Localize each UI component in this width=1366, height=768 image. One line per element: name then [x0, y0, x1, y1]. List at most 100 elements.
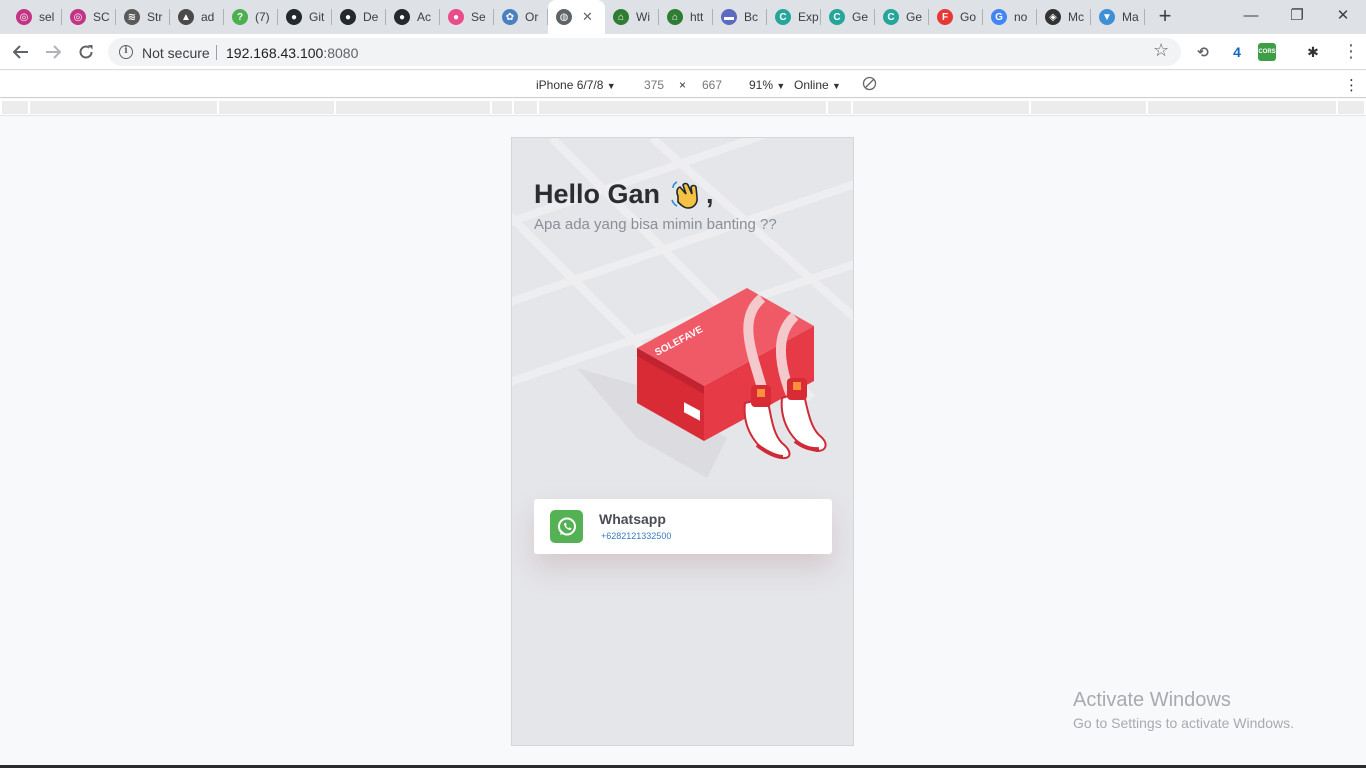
rotate-button[interactable]	[862, 76, 877, 94]
browser-tab-strip: ◎ sel ◎ SC ≋ Str ▲ ad ? (7) ● Git ● De ● Ac ● Se ✿ Or ◍ ✕ ⌂ Wi ⌂…	[0, 0, 1366, 34]
media-query-ruler[interactable]	[0, 99, 1366, 116]
tab-label: Se	[471, 10, 486, 24]
tab-label: Str	[147, 10, 163, 24]
whatsapp-contact-card[interactable]: Whatsapp +6282121332500	[534, 499, 832, 554]
ruler-segment[interactable]	[1148, 101, 1336, 114]
ruler-segment[interactable]	[1338, 101, 1364, 114]
ruler-segment[interactable]	[30, 101, 217, 114]
watermark-subtitle: Go to Settings to activate Windows.	[1073, 715, 1294, 731]
dropdown-caret-icon: ▼	[776, 81, 786, 91]
device-height-input[interactable]: 667	[702, 78, 722, 92]
browser-tab[interactable]: ✿ Or	[494, 0, 548, 34]
shoebox-sneakers-illustration: SOLEFAVE	[577, 288, 827, 478]
bookmark-star-icon[interactable]: ☆	[1153, 40, 1169, 61]
sync-icon[interactable]: ⟲	[1194, 43, 1212, 61]
windows-activation-watermark: Activate Windows Go to Settings to activ…	[1073, 689, 1294, 731]
whatsapp-icon	[550, 510, 583, 543]
address-bar[interactable]: i Not secure 192.168.43.100:8080	[108, 38, 1181, 66]
tab-label: Ac	[417, 10, 432, 24]
tab-favicon-icon: F	[937, 9, 953, 25]
restore-button[interactable]: ❐	[1274, 0, 1320, 30]
ruler-segment[interactable]	[828, 101, 851, 114]
close-tab-icon[interactable]: ✕	[582, 9, 593, 25]
new-tab-button[interactable]: +	[1154, 5, 1176, 28]
reload-icon	[79, 45, 93, 59]
greeting-text: Hello Gan	[534, 178, 661, 209]
tab-favicon-icon: C	[775, 9, 791, 25]
url-text[interactable]: 192.168.43.100:8080	[226, 45, 358, 61]
tab-favicon-icon: ●	[286, 9, 302, 25]
device-select[interactable]: iPhone 6/7/8 ▼	[536, 78, 616, 92]
devtools-more-button[interactable]: ⋮	[1344, 76, 1359, 94]
browser-tab[interactable]: C Ge	[821, 0, 875, 34]
browser-tab[interactable]: ⌂ htt	[659, 0, 713, 34]
ruler-segment[interactable]	[514, 101, 537, 114]
tab-label: Git	[309, 10, 325, 24]
browser-tab[interactable]: ● Git	[278, 0, 332, 34]
browser-tab[interactable]: ? (7)	[224, 0, 278, 34]
tab-label: (7)	[255, 10, 270, 24]
browser-tab[interactable]: ● De	[332, 0, 386, 34]
tab-favicon-icon: ●	[448, 9, 464, 25]
browser-tab[interactable]: ◈ Mc	[1037, 0, 1091, 34]
back-button[interactable]	[9, 40, 33, 64]
tab-label: Exp	[798, 10, 819, 24]
tab-favicon-icon: ◎	[70, 9, 86, 25]
tab-label: Mc	[1068, 10, 1084, 24]
security-label: Not secure	[142, 45, 210, 61]
tab-label: ad	[201, 10, 215, 24]
browser-tab[interactable]: ▬ Bc	[713, 0, 767, 34]
ruler-segment[interactable]	[539, 101, 826, 114]
tab-label: Ma	[1122, 10, 1139, 24]
browser-menu-button[interactable]: ⋮	[1342, 41, 1360, 62]
spider-icon[interactable]: ✱	[1304, 43, 1322, 61]
network-select[interactable]: Online ▼	[794, 78, 841, 92]
arrow-right-icon	[46, 45, 61, 59]
extension-badge-icon[interactable]: 4	[1228, 43, 1246, 61]
device-width-input[interactable]: 375	[644, 78, 664, 92]
browser-tab[interactable]: Gno	[983, 0, 1037, 34]
ruler-segment[interactable]	[336, 101, 490, 114]
close-window-button[interactable]: ✕	[1320, 0, 1366, 30]
browser-tab[interactable]: ⌂ Wi	[605, 0, 659, 34]
active-tab[interactable]: ◍ ✕	[548, 0, 605, 34]
contact-name: Whatsapp	[599, 511, 666, 527]
tab-favicon-icon: ●	[394, 9, 410, 25]
ruler-segment[interactable]	[853, 101, 1029, 114]
dropdown-caret-icon: ▼	[832, 81, 841, 91]
tab-label: Ge	[852, 10, 869, 24]
ruler-segment[interactable]	[2, 101, 28, 114]
info-icon[interactable]: i	[119, 45, 133, 59]
mobile-viewport: Hello Gan , Apa ada yang bisa mimin bant…	[511, 137, 854, 746]
contact-phone[interactable]: +6282121332500	[601, 531, 671, 541]
browser-tab[interactable]: ≋ Str	[116, 0, 170, 34]
minimize-button[interactable]: —	[1228, 0, 1274, 30]
forward-button[interactable]	[41, 40, 65, 64]
browser-tab[interactable]: ◎ sel	[8, 0, 62, 34]
tab-favicon-icon: ◎	[16, 9, 32, 25]
tab-favicon-icon: ▲	[178, 9, 194, 25]
tab-favicon-icon: ◈	[1045, 9, 1061, 25]
browser-tab[interactable]: ▲ ad	[170, 0, 224, 34]
browser-tab[interactable]: ▼ Ma	[1091, 0, 1145, 34]
browser-tab[interactable]: C Exp	[767, 0, 821, 34]
browser-tab[interactable]: C Ge	[875, 0, 929, 34]
browser-tab[interactable]: ● Se	[440, 0, 494, 34]
tab-list: ◎ sel ◎ SC ≋ Str ▲ ad ? (7) ● Git ● De ● Ac ● Se ✿ Or ◍ ✕ ⌂ Wi ⌂…	[8, 0, 1145, 34]
browser-tab[interactable]: F Go	[929, 0, 983, 34]
tab-label: htt	[690, 10, 704, 24]
greeting-suffix: ,	[706, 178, 714, 209]
cors-icon[interactable]: CORS	[1258, 43, 1276, 61]
reload-button[interactable]	[74, 40, 98, 64]
ruler-segment[interactable]	[219, 101, 334, 114]
ruler-segment[interactable]	[1031, 101, 1146, 114]
browser-tab[interactable]: ◎ SC	[62, 0, 116, 34]
waving-hand-icon	[671, 181, 698, 209]
dropdown-caret-icon: ▼	[606, 81, 616, 91]
zoom-select[interactable]: 91% ▼	[749, 78, 785, 92]
url-host: 192.168.43.100	[226, 45, 324, 61]
ruler-segment[interactable]	[492, 101, 512, 114]
tab-label: Bc	[744, 10, 759, 24]
greeting-heading: Hello Gan ,	[534, 178, 714, 210]
browser-tab[interactable]: ● Ac	[386, 0, 440, 34]
